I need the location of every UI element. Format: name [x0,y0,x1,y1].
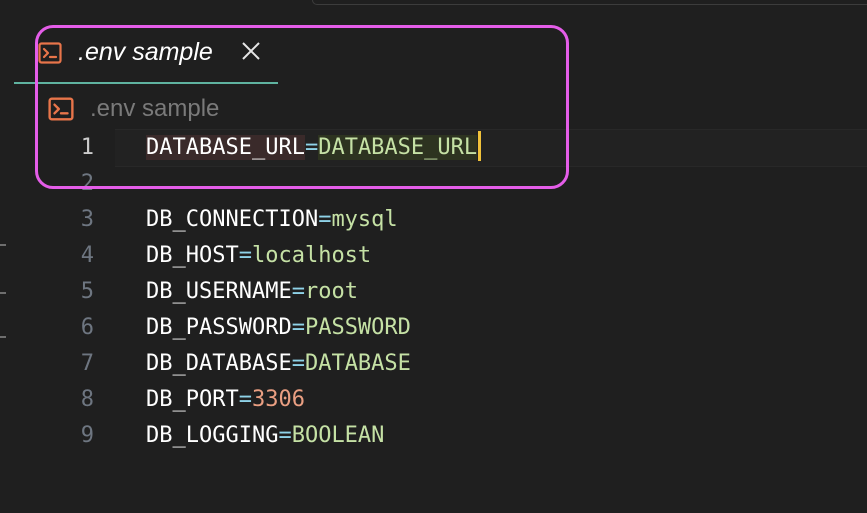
line-number: 8 [80,387,94,412]
env-key: DB_HOST [146,243,239,268]
terminal-icon [38,42,62,64]
window-top-edge [312,0,867,5]
line-number: 7 [80,351,94,376]
line-number: 1 [80,135,94,160]
line-content[interactable]: DB_LOGGING=BOOLEAN [146,418,384,454]
line-content[interactable]: DB_HOST=localhost [146,238,371,274]
equals-sign: = [291,279,305,304]
env-key: DB_PASSWORD [146,315,292,340]
equals-sign: = [318,207,332,232]
env-value: localhost [251,243,372,268]
line-content[interactable]: DB_PASSWORD=PASSWORD [146,310,411,346]
code-line[interactable]: 2 [0,166,867,202]
env-value: root [304,279,358,304]
code-line[interactable]: 8 DB_PORT=3306 [0,382,867,418]
code-line[interactable]: 5 DB_USERNAME=root [0,274,867,310]
text-cursor [478,131,482,161]
tab-title: .env sample [78,38,213,66]
env-key: DB_USERNAME [146,279,292,304]
close-icon[interactable] [240,40,262,62]
env-key: DB_DATABASE [146,351,292,376]
code-line[interactable]: 4 DB_HOST=localhost [0,238,867,274]
equals-sign: = [291,315,305,340]
env-value-number: 3306 [251,387,305,412]
env-key: DATABASE_URL [146,135,305,160]
line-number: 3 [80,207,94,232]
env-value: DATABASE_URL [318,135,478,160]
line-content[interactable]: DATABASE_URL=DATABASE_URL [146,130,482,166]
env-value: DATABASE [304,351,411,376]
code-line[interactable]: 7 DB_DATABASE=DATABASE [0,346,867,382]
code-line[interactable]: 6 DB_PASSWORD=PASSWORD [0,310,867,346]
equals-sign: = [278,423,292,448]
line-number: 2 [80,171,94,196]
line-content[interactable]: DB_DATABASE=DATABASE [146,346,411,382]
code-line[interactable]: 1 DATABASE_URL=DATABASE_URL [0,130,867,166]
env-value: PASSWORD [304,315,411,340]
env-value: mysql [331,207,398,232]
equals-sign: = [238,387,252,412]
line-content[interactable]: DB_PORT=3306 [146,382,305,418]
equals-sign: = [291,351,305,376]
line-number: 6 [80,315,94,340]
env-key: DB_PORT [146,387,239,412]
tab-env-sample[interactable]: .env sample [14,28,278,84]
terminal-icon [48,97,74,121]
code-line[interactable]: 9 DB_LOGGING=BOOLEAN [0,418,867,454]
env-value: BOOLEAN [291,423,385,448]
equals-sign: = [304,135,319,160]
code-line[interactable]: 3 DB_CONNECTION=mysql [0,202,867,238]
breadcrumb-label: .env sample [90,95,220,122]
line-content[interactable]: DB_USERNAME=root [146,274,358,310]
line-number: 9 [80,423,94,448]
env-key: DB_LOGGING [146,423,279,448]
line-content[interactable]: DB_CONNECTION=mysql [146,202,398,238]
env-key: DB_CONNECTION [146,207,319,232]
line-number: 4 [80,243,94,268]
equals-sign: = [238,243,252,268]
line-number: 5 [80,279,94,304]
